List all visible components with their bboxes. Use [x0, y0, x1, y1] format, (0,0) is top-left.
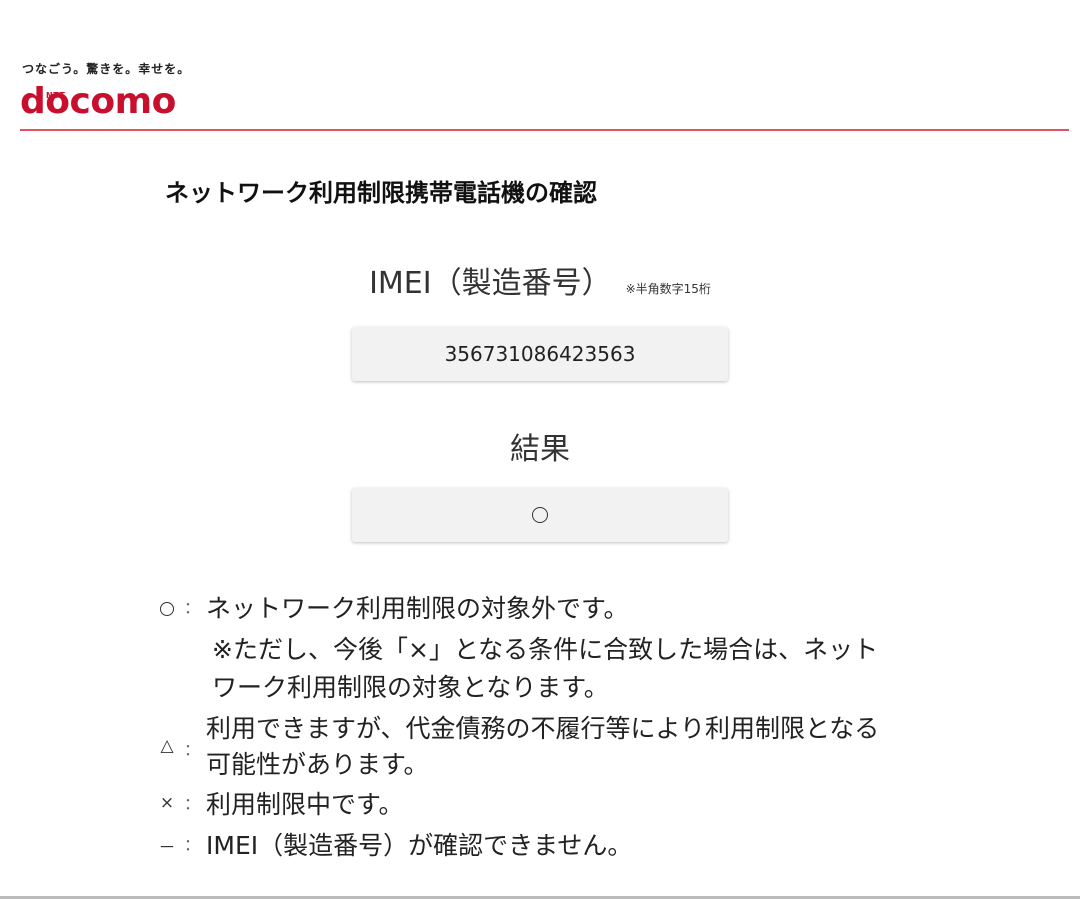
imei-label-text: IMEI（製造番号）	[369, 266, 612, 301]
legend-colon: ：	[184, 835, 201, 854]
logo-text: docomo	[20, 81, 176, 122]
legend-note-line-2: ワーク利用制限の対象となります。	[212, 673, 609, 702]
ntt-mark: NTT	[46, 91, 66, 100]
legend-colon: ：	[184, 794, 201, 813]
circle-icon	[532, 507, 548, 523]
result-field	[352, 488, 728, 542]
legend-note-line-1: ※ただし、今後「×」となる条件に合致した場合は、ネット	[212, 635, 879, 664]
circle-icon	[158, 599, 176, 619]
imei-value: 356731086423563	[444, 342, 636, 366]
legend-text: ネットワーク利用制限の対象外です。	[206, 594, 629, 623]
legend-text: IMEI（製造番号）が確認できません。	[206, 831, 633, 860]
legend-text: 利用制限中です。	[206, 790, 404, 819]
dash-icon: －	[158, 838, 176, 858]
imei-note: ※半角数字15桁	[625, 282, 711, 296]
page-title: ネットワーク利用制限携帯電話機の確認	[165, 179, 597, 207]
imei-field[interactable]: 356731086423563	[352, 327, 728, 381]
result-label: 結果	[510, 432, 570, 467]
legend-text-line-2: 可能性があります。	[206, 750, 429, 779]
triangle-icon: △	[160, 736, 174, 756]
legend-colon: ：	[184, 740, 201, 759]
imei-label: IMEI（製造番号） ※半角数字15桁	[0, 258, 1080, 302]
tagline: つなごう。驚きを。幸せを。	[22, 62, 191, 76]
cross-icon: ×	[159, 793, 175, 813]
page: つなごう。驚きを。幸せを。 NTT docomo ネットワーク利用制限携帯電話機…	[0, 0, 1080, 899]
legend-colon: ：	[184, 598, 201, 617]
header-divider	[20, 129, 1069, 131]
docomo-logo[interactable]: NTT docomo	[20, 82, 176, 122]
legend-text-line-1: 利用できますが、代金債務の不履行等により利用制限となる	[206, 714, 880, 743]
